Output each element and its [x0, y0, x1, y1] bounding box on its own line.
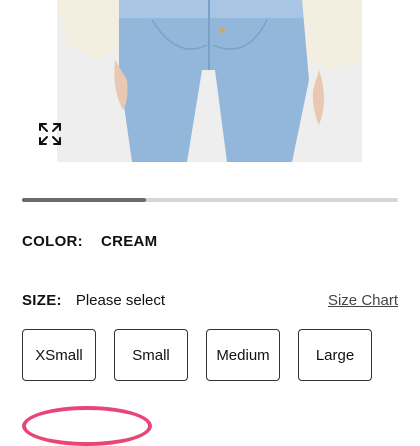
- product-photo-jeans: [57, 0, 362, 162]
- size-option-large[interactable]: Large: [298, 329, 372, 381]
- gallery-progress-fill: [22, 198, 147, 202]
- expand-arrows-icon[interactable]: [36, 120, 64, 148]
- size-chart-link[interactable]: Size Chart: [328, 292, 398, 309]
- size-option-medium[interactable]: Medium: [206, 329, 280, 381]
- size-label: SIZE:: [22, 292, 62, 309]
- color-selection: COLOR: CREAM: [22, 233, 157, 250]
- product-image[interactable]: [57, 0, 362, 162]
- size-selection-header: SIZE: Please select Size Chart: [22, 292, 398, 309]
- size-option-small[interactable]: Small: [114, 329, 188, 381]
- color-value: CREAM: [100, 233, 158, 250]
- gallery-progress-bar: [22, 198, 398, 202]
- color-label: COLOR:: [22, 233, 83, 250]
- size-prompt: Please select: [75, 292, 166, 309]
- highlight-annotation: [22, 406, 152, 446]
- size-option-xsmall[interactable]: XSmall: [22, 329, 96, 381]
